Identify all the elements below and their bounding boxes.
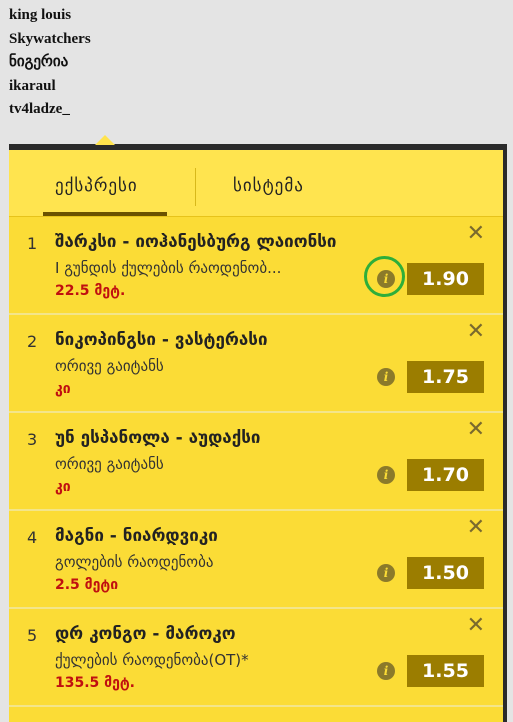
bet-type-tabs: ექსპრესი სისტემა — [9, 150, 503, 217]
info-icon[interactable]: i — [377, 662, 395, 680]
odds-badge[interactable]: 1.75 — [407, 361, 484, 393]
info-icon[interactable]: i — [377, 368, 395, 386]
match-name: უნ ესპანოლა - აუდაქსი — [55, 428, 261, 448]
user-name: Skywatchers — [9, 30, 91, 47]
bet-item: 4 მაგნი - ნიარდვიკი გოლების რაოდენობა 2.… — [9, 511, 503, 609]
odds-badge[interactable]: 1.50 — [407, 557, 484, 589]
odds-badge[interactable]: 1.70 — [407, 459, 484, 491]
selection: 2.5 მეტი — [55, 577, 119, 593]
betslip-panel: ექსპრესი სისტემა 1 შარკსი - იოჰანესბურგ … — [9, 135, 507, 722]
remove-bet-icon[interactable]: ✕ — [467, 223, 485, 245]
selection: კი — [55, 479, 71, 495]
user-list: king louis Skywatchers ნიგერია ikaraul t… — [9, 4, 91, 122]
bet-number: 4 — [27, 528, 38, 547]
info-icon[interactable]: i — [377, 564, 395, 582]
info-icon[interactable]: i — [377, 270, 395, 288]
bet-number: 2 — [27, 332, 38, 351]
tab-divider — [195, 168, 196, 206]
tab-system[interactable]: სისტემა — [233, 176, 304, 196]
user-name: ikaraul — [9, 77, 56, 94]
market-name: ორივე გაიტანს — [55, 455, 164, 473]
match-name: მაგნი - ნიარდვიკი — [55, 526, 218, 546]
panel-pointer — [95, 135, 115, 145]
remove-bet-icon[interactable]: ✕ — [467, 517, 485, 539]
market-name: ორივე გაიტანს — [55, 357, 164, 375]
match-name: ნიკოპინგსი - ვასტერასი — [55, 330, 268, 350]
bet-number: 1 — [27, 234, 38, 253]
selection: 135.5 მეტ. — [55, 675, 136, 691]
market-name: გოლების რაოდენობა — [55, 553, 214, 571]
market-name: ქულების რაოდენობა(OT)* — [55, 651, 249, 669]
remove-bet-icon[interactable]: ✕ — [467, 321, 485, 343]
info-icon[interactable]: i — [377, 466, 395, 484]
bet-number: 3 — [27, 430, 38, 449]
bet-item: 5 დრ კონგო - მაროკო ქულების რაოდენობა(OT… — [9, 609, 503, 707]
match-name: დრ კონგო - მაროკო — [55, 624, 236, 644]
tab-express[interactable]: ექსპრესი — [55, 176, 138, 196]
user-name: ნიგერია — [9, 54, 69, 70]
bet-item: 3 უნ ესპანოლა - აუდაქსი ორივე გაიტანს კი… — [9, 413, 503, 511]
user-name: tv4ladze_ — [9, 101, 70, 117]
odds-badge[interactable]: 1.55 — [407, 655, 484, 687]
user-name: king louis — [9, 7, 72, 23]
bet-item: 1 შარკსი - იოჰანესბურგ ლაიონსი I გუნდის … — [9, 217, 503, 315]
selection: 22.5 მეტ. — [55, 283, 126, 299]
betslip-inner: ექსპრესი სისტემა 1 შარკსი - იოჰანესბურგ … — [9, 150, 503, 722]
odds-badge[interactable]: 1.90 — [407, 263, 484, 295]
remove-bet-icon[interactable]: ✕ — [467, 419, 485, 441]
bet-item: 2 ნიკოპინგსი - ვასტერასი ორივე გაიტანს კ… — [9, 315, 503, 413]
match-name: შარკსი - იოჰანესბურგ ლაიონსი — [55, 232, 337, 252]
selection: კი — [55, 381, 71, 397]
market-name: I გუნდის ქულების რაოდენობ... — [55, 259, 282, 277]
active-tab-indicator — [43, 212, 167, 216]
bet-number: 5 — [27, 626, 38, 645]
remove-bet-icon[interactable]: ✕ — [467, 615, 485, 637]
